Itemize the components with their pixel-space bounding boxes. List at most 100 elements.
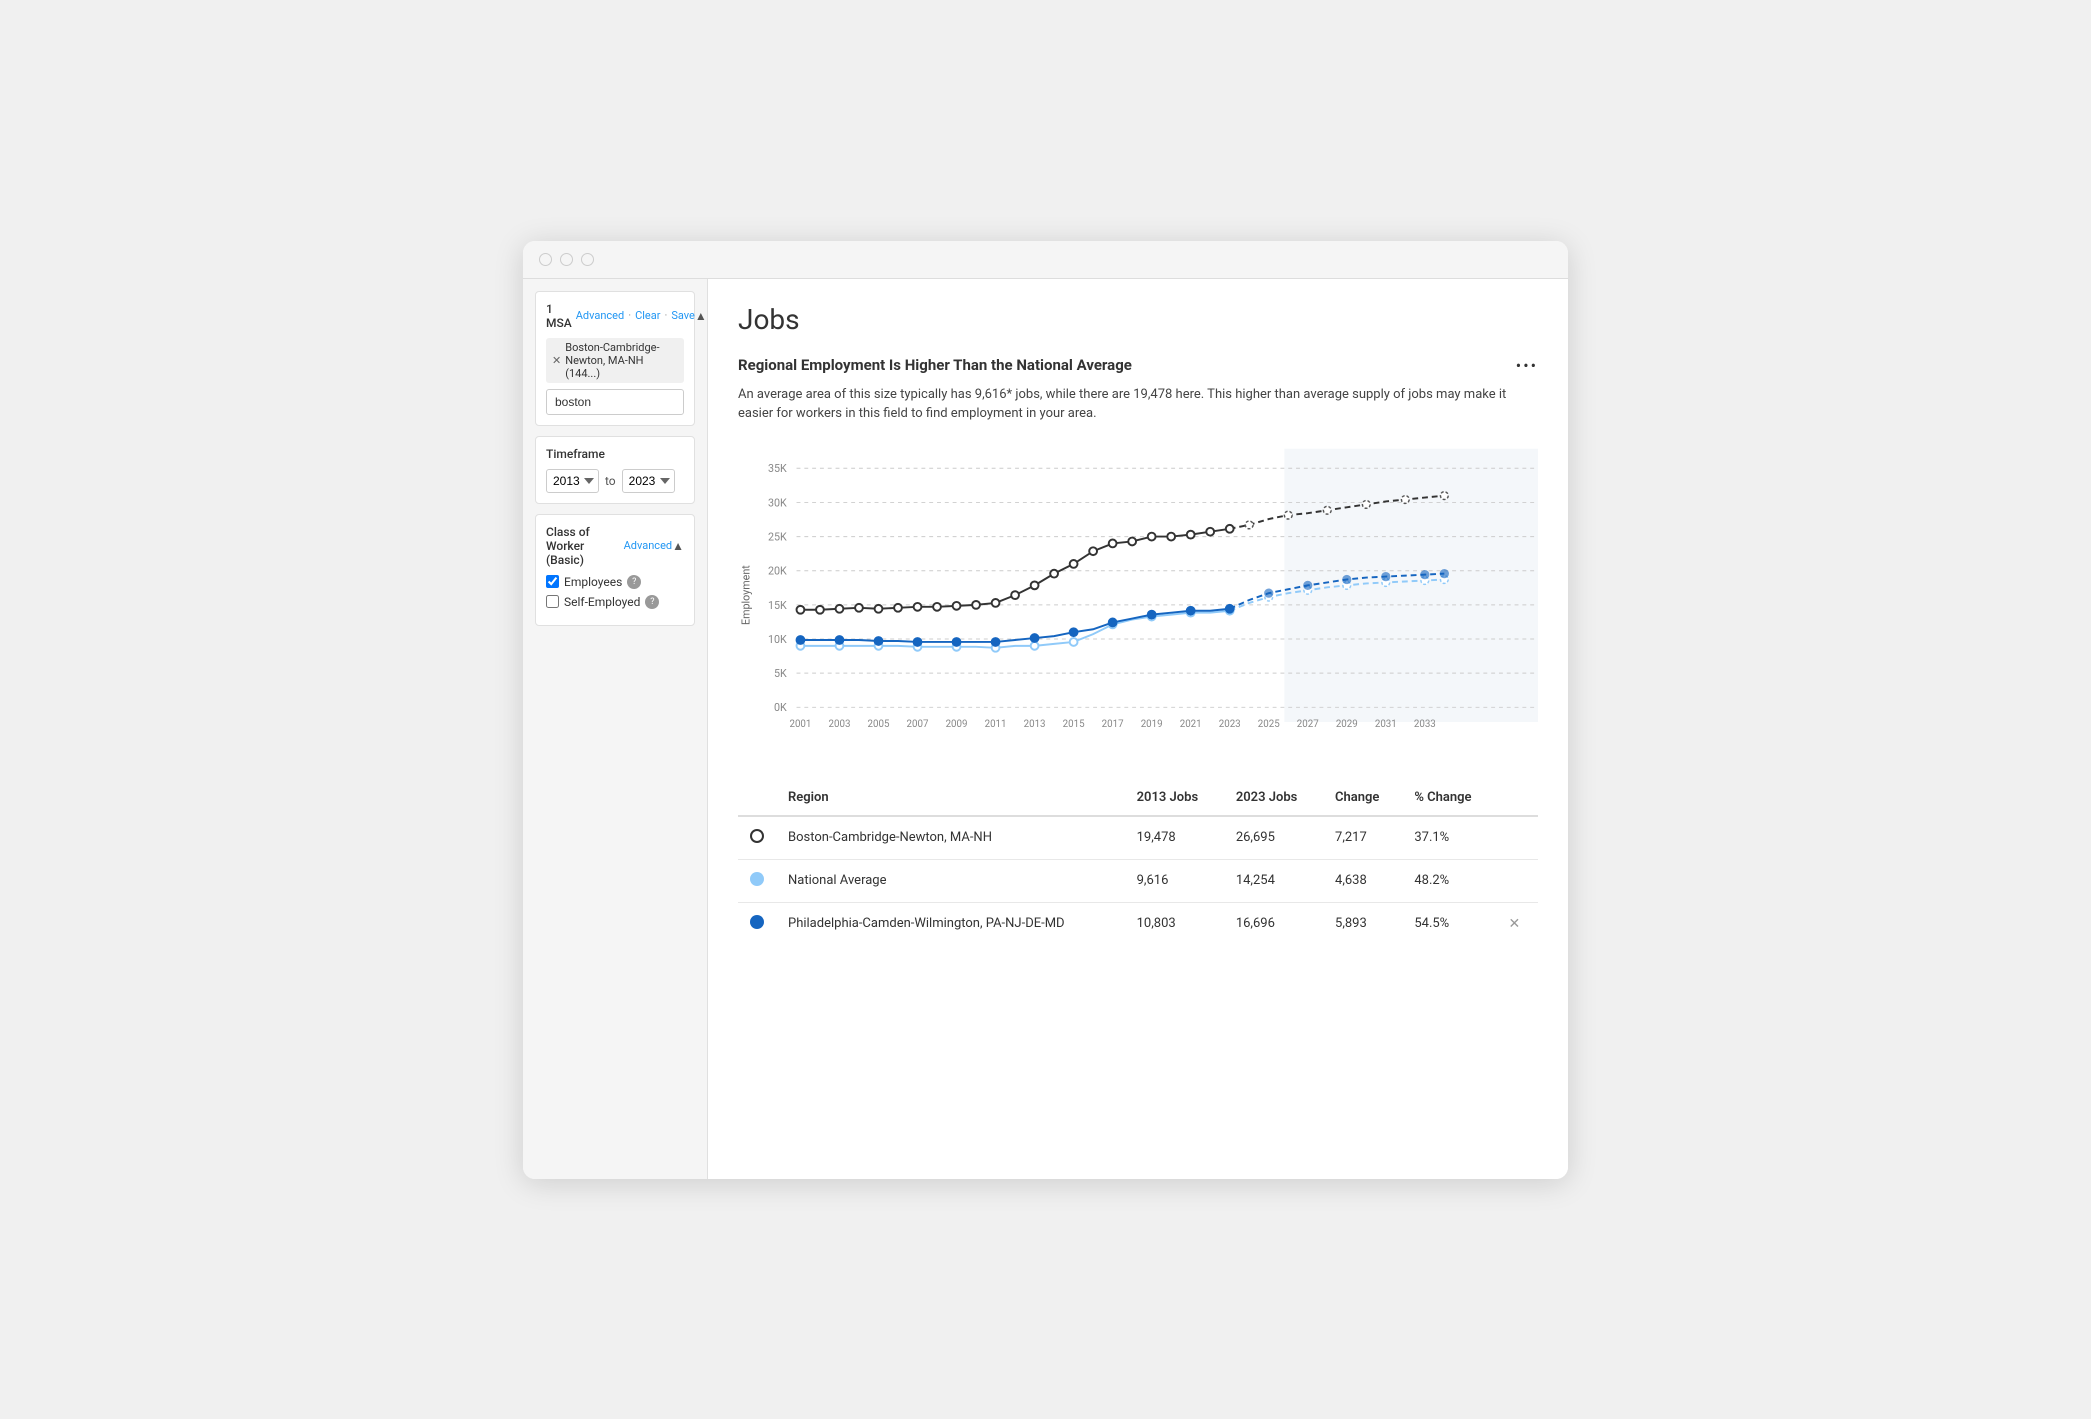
region-cell: Philadelphia-Camden-Wilmington, PA-NJ-DE… (776, 902, 1125, 945)
svg-text:2001: 2001 (789, 718, 811, 729)
pct-change-cell: 37.1% (1402, 816, 1496, 860)
th-region: Region (776, 780, 1125, 816)
region-cell: National Average (776, 859, 1125, 902)
jobs-2013-cell: 19,478 (1125, 816, 1224, 860)
region-cell: Boston-Cambridge-Newton, MA-NH (776, 816, 1125, 860)
svg-text:2023: 2023 (1219, 718, 1241, 729)
sidebar: 1 MSA Advanced · Clear · Save ▲ ✕ Boston… (523, 279, 708, 1179)
chart-title: Regional Employment Is Higher Than the N… (738, 356, 1132, 374)
self-employed-checkbox[interactable] (546, 595, 559, 608)
legend-cell-philly (738, 902, 776, 945)
svg-text:2013: 2013 (1024, 718, 1046, 729)
to-label: to (605, 474, 616, 488)
class-title: Class of Worker (Basic) (546, 525, 624, 567)
svg-text:2007: 2007 (907, 718, 929, 729)
selected-region-tag: ✕ Boston-Cambridge-Newton, MA-NH (144...… (546, 338, 684, 383)
employees-row: Employees ? (546, 575, 684, 589)
to-year-select[interactable]: 2023 2015201620172018 2019202020212022 2… (622, 469, 675, 493)
class-collapse-icon[interactable]: ▲ (672, 539, 684, 553)
jobs-2023-cell: 14,254 (1224, 859, 1323, 902)
remove-region-icon[interactable]: ✕ (552, 354, 561, 367)
self-employed-row: Self-Employed ? (546, 595, 684, 609)
jobs-2023-cell: 16,696 (1224, 902, 1323, 945)
browser-dot-1 (539, 253, 552, 266)
svg-text:25K: 25K (768, 530, 787, 543)
svg-text:2011: 2011 (985, 718, 1007, 729)
advanced-link[interactable]: Advanced (576, 309, 624, 322)
th-jobs-2013: 2013 Jobs (1125, 780, 1224, 816)
jobs-2013-cell: 9,616 (1125, 859, 1224, 902)
remove-philly-button[interactable]: ✕ (1509, 916, 1521, 932)
table-body: Boston-Cambridge-Newton, MA-NH 19,478 26… (738, 816, 1538, 945)
svg-text:35K: 35K (768, 462, 787, 475)
remove-cell (1497, 816, 1538, 860)
msa-header: 1 MSA Advanced · Clear · Save ▲ (546, 302, 684, 330)
svg-text:5K: 5K (774, 667, 787, 680)
table-row: Philadelphia-Camden-Wilmington, PA-NJ-DE… (738, 902, 1538, 945)
legend-dot-boston (750, 829, 764, 843)
svg-text:0K: 0K (774, 701, 787, 714)
page-title: Jobs (738, 303, 1538, 336)
svg-text:15K: 15K (768, 598, 787, 611)
svg-text:2003: 2003 (829, 718, 851, 729)
legend-cell-national (738, 859, 776, 902)
msa-collapse-icon[interactable]: ▲ (695, 309, 707, 323)
class-header: Class of Worker (Basic) Advanced ▲ (546, 525, 684, 567)
chart-container: 35K 30K 25K 20K 15K 10K 5K 0K Employment… (738, 440, 1538, 760)
legend-dot-national (750, 872, 764, 886)
table-row: Boston-Cambridge-Newton, MA-NH 19,478 26… (738, 816, 1538, 860)
th-pct-change: % Change (1402, 780, 1496, 816)
svg-text:2021: 2021 (1180, 718, 1202, 729)
svg-text:2005: 2005 (868, 718, 890, 729)
timeframe-label: Timeframe (546, 447, 684, 461)
remove-cell (1497, 859, 1538, 902)
svg-text:2033: 2033 (1414, 718, 1436, 729)
svg-text:2025: 2025 (1258, 718, 1280, 729)
browser-content: 1 MSA Advanced · Clear · Save ▲ ✕ Boston… (523, 279, 1568, 1179)
pct-change-cell: 54.5% (1402, 902, 1496, 945)
self-employed-help-icon[interactable]: ? (645, 595, 659, 609)
th-jobs-2023: 2023 Jobs (1224, 780, 1323, 816)
more-options-button[interactable]: ••• (1516, 356, 1538, 375)
svg-text:30K: 30K (768, 496, 787, 509)
table-header: Region 2013 Jobs 2023 Jobs Change % Chan… (738, 780, 1538, 816)
browser-titlebar (523, 241, 1568, 279)
jobs-2013-cell: 10,803 (1125, 902, 1224, 945)
from-year-select[interactable]: 2013 2001200220032004 2005200620072008 2… (546, 469, 599, 493)
region-tag-label: Boston-Cambridge-Newton, MA-NH (144...) (565, 341, 678, 380)
svg-text:2017: 2017 (1102, 718, 1124, 729)
timeframe-row: 2013 2001200220032004 2005200620072008 2… (546, 469, 684, 493)
th-change: Change (1323, 780, 1402, 816)
change-cell: 4,638 (1323, 859, 1402, 902)
self-employed-label[interactable]: Self-Employed (564, 595, 640, 609)
legend-dot-philly (750, 915, 764, 929)
region-search-input[interactable] (546, 389, 684, 415)
employment-chart: 35K 30K 25K 20K 15K 10K 5K 0K Employment… (738, 440, 1538, 760)
chart-header: Regional Employment Is Higher Than the N… (738, 356, 1538, 375)
th-remove (1497, 780, 1538, 816)
svg-text:2009: 2009 (946, 718, 968, 729)
svg-text:Employment: Employment (740, 564, 753, 624)
jobs-2023-cell: 26,695 (1224, 816, 1323, 860)
change-cell: 7,217 (1323, 816, 1402, 860)
clear-link[interactable]: Clear (635, 309, 660, 322)
save-link[interactable]: Save (671, 309, 695, 322)
pct-change-cell: 48.2% (1402, 859, 1496, 902)
browser-dot-3 (581, 253, 594, 266)
svg-text:2031: 2031 (1375, 718, 1397, 729)
employees-label[interactable]: Employees (564, 575, 622, 589)
employees-checkbox[interactable] (546, 575, 559, 588)
svg-text:10K: 10K (768, 632, 787, 645)
svg-text:2019: 2019 (1141, 718, 1163, 729)
chart-description: An average area of this size typically h… (738, 385, 1538, 424)
svg-text:2027: 2027 (1297, 718, 1319, 729)
class-advanced-link[interactable]: Advanced (624, 539, 672, 552)
th-legend (738, 780, 776, 816)
table-row: National Average 9,616 14,254 4,638 48.2… (738, 859, 1538, 902)
legend-cell-boston (738, 816, 776, 860)
class-of-worker-section: Class of Worker (Basic) Advanced ▲ Emplo… (535, 514, 695, 626)
data-table: Region 2013 Jobs 2023 Jobs Change % Chan… (738, 780, 1538, 945)
employees-help-icon[interactable]: ? (627, 575, 641, 589)
msa-section: 1 MSA Advanced · Clear · Save ▲ ✕ Boston… (535, 291, 695, 426)
browser-dot-2 (560, 253, 573, 266)
